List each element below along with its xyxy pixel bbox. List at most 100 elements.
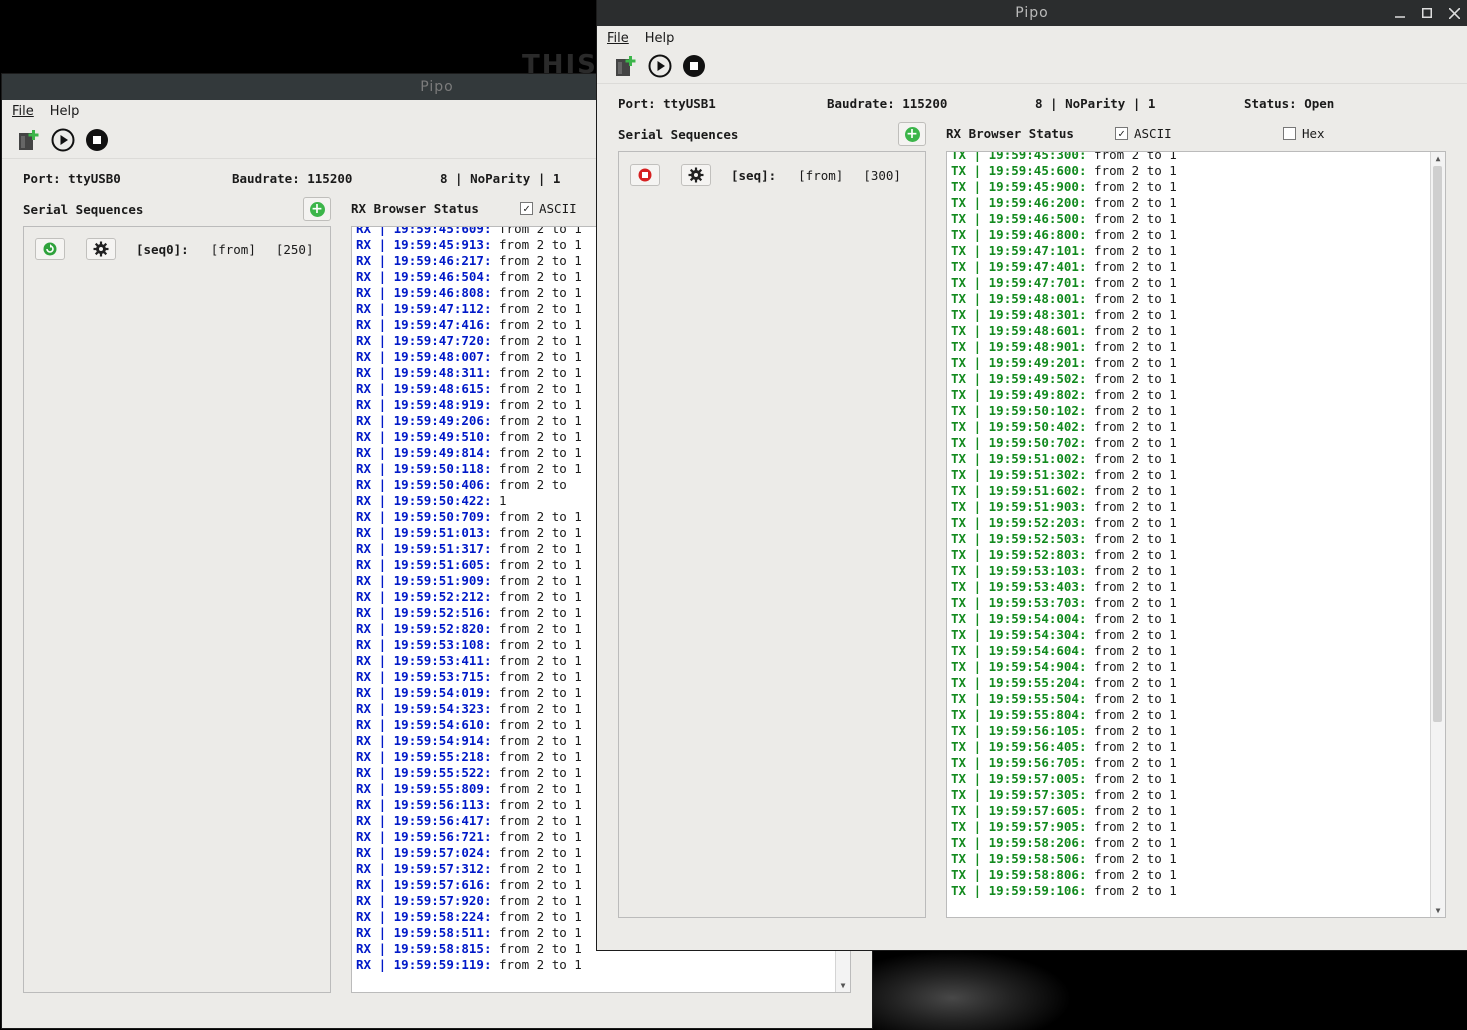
scroll-down-arrow[interactable]: ▼ <box>837 981 849 990</box>
log-direction: RX <box>356 253 372 268</box>
menu-file[interactable]: File <box>12 104 34 119</box>
log-direction: RX <box>356 589 372 604</box>
log-message: from 2 to 1 <box>1094 835 1177 850</box>
log-separator: | <box>371 397 394 412</box>
log-line: TX | 19:59:51:302: from 2 to 1 <box>951 467 1177 483</box>
sequence-running-button[interactable] <box>35 238 65 260</box>
log-message: from 2 to 1 <box>499 285 582 300</box>
log-separator: | <box>371 637 394 652</box>
menu-help[interactable]: Help <box>645 31 675 46</box>
log-direction: TX <box>951 179 967 194</box>
log-separator: | <box>966 355 989 370</box>
log-direction: RX <box>356 701 372 716</box>
log-direction: TX <box>951 643 967 658</box>
maximize-button[interactable] <box>1420 0 1434 26</box>
log-timestamp: 19:59:47:720: <box>393 333 492 348</box>
log-message: from 2 to 1 <box>1094 819 1177 834</box>
log-line: RX | 19:59:50:709: from 2 to 1 <box>356 509 582 525</box>
menubar: File Help <box>597 27 1467 49</box>
log-separator: | <box>966 611 989 626</box>
log-separator: | <box>371 541 394 556</box>
sequence-row: [seq]: [from] [300] <box>630 164 901 186</box>
log-direction: RX <box>356 909 372 924</box>
log-direction: RX <box>356 381 372 396</box>
log-line: RX | 19:59:49:814: from 2 to 1 <box>356 445 582 461</box>
log-message: from 2 to 1 <box>1094 403 1177 418</box>
add-sequence-button[interactable]: + <box>898 122 926 146</box>
tx-log[interactable]: TX | 19:59:45:300: from 2 to 1 TX | 19:59… <box>946 151 1446 918</box>
sequence-stop-button[interactable] <box>630 164 660 186</box>
new-port-button[interactable] <box>16 127 42 153</box>
log-timestamp: 19:59:46:808: <box>393 285 492 300</box>
log-direction: TX <box>951 355 967 370</box>
log-line: TX | 19:59:45:900: from 2 to 1 <box>951 179 1177 195</box>
play-button[interactable] <box>647 53 673 79</box>
ascii-check-box[interactable]: ✓ <box>520 202 533 215</box>
log-separator: | <box>371 237 394 252</box>
play-icon <box>648 54 672 78</box>
scrollbar-thumb[interactable] <box>1433 166 1442 722</box>
log-message: from 2 to 1 <box>1094 355 1177 370</box>
log-message: from 2 to 1 <box>499 461 582 476</box>
hex-check-box[interactable] <box>1283 127 1296 140</box>
log-line: TX | 19:59:48:001: from 2 to 1 <box>951 291 1177 307</box>
log-separator: | <box>966 323 989 338</box>
log-line: RX | 19:59:57:312: from 2 to 1 <box>356 861 582 877</box>
log-separator: | <box>371 589 394 604</box>
log-separator: | <box>966 403 989 418</box>
log-message: from 2 to 1 <box>1094 755 1177 770</box>
log-separator: | <box>966 739 989 754</box>
log-line: TX | 19:59:49:802: from 2 to 1 <box>951 387 1177 403</box>
log-line: TX | 19:59:53:103: from 2 to 1 <box>951 563 1177 579</box>
toolbar <box>597 49 1467 84</box>
scroll-down-arrow[interactable]: ▼ <box>1432 906 1444 915</box>
new-port-button[interactable] <box>613 53 639 79</box>
play-button[interactable] <box>50 127 76 153</box>
log-message: from 2 to 1 <box>499 717 582 732</box>
log-separator: | <box>966 755 989 770</box>
log-line: RX | 19:59:55:522: from 2 to 1 <box>356 765 582 781</box>
log-direction: TX <box>951 227 967 242</box>
log-message: from 2 to 1 <box>1094 563 1177 578</box>
log-timestamp: 19:59:58:815: <box>393 941 492 956</box>
log-line: TX | 19:59:46:500: from 2 to 1 <box>951 211 1177 227</box>
log-line: RX | 19:59:45:609: from 2 to 1 <box>356 227 582 237</box>
log-timestamp: 19:59:52:516: <box>393 605 492 620</box>
close-button[interactable] <box>1447 0 1461 26</box>
hex-checkbox[interactable]: Hex <box>1283 126 1325 141</box>
log-message: from 2 to 1 <box>499 573 582 588</box>
log-timestamp: 19:59:47:416: <box>393 317 492 332</box>
log-line: RX | 19:59:58:815: from 2 to 1 <box>356 941 582 957</box>
log-line: TX | 19:59:54:304: from 2 to 1 <box>951 627 1177 643</box>
menu-file[interactable]: File <box>607 31 629 46</box>
scroll-up-arrow[interactable]: ▲ <box>1432 154 1444 163</box>
menu-help[interactable]: Help <box>50 104 80 119</box>
log-direction: TX <box>951 755 967 770</box>
log-separator: | <box>371 653 394 668</box>
add-sequence-button[interactable]: + <box>303 197 331 221</box>
log-line: TX | 19:59:58:506: from 2 to 1 <box>951 851 1177 867</box>
log-separator: | <box>371 573 394 588</box>
log-timestamp: 19:59:54:904: <box>988 659 1087 674</box>
sequence-settings-button[interactable] <box>681 164 711 186</box>
log-message: from 2 to 1 <box>499 925 582 940</box>
minimize-button[interactable] <box>1393 0 1407 26</box>
stop-button[interactable] <box>84 127 110 153</box>
front-window-titlebar[interactable]: Pipo <box>597 0 1467 26</box>
log-direction: TX <box>951 291 967 306</box>
log-direction: TX <box>951 691 967 706</box>
ascii-check-box[interactable]: ✓ <box>1115 127 1128 140</box>
ascii-checkbox[interactable]: ✓ ASCII <box>520 201 577 216</box>
log-direction: TX <box>951 435 967 450</box>
sequence-settings-button[interactable] <box>86 238 116 260</box>
log-line: RX | 19:59:52:516: from 2 to 1 <box>356 605 582 621</box>
ascii-checkbox[interactable]: ✓ ASCII <box>1115 126 1172 141</box>
log-line: RX | 19:59:56:113: from 2 to 1 <box>356 797 582 813</box>
tx-log-scrollbar[interactable]: ▲ ▼ <box>1430 152 1445 917</box>
log-message: from 2 to 1 <box>1094 291 1177 306</box>
log-direction: RX <box>356 349 372 364</box>
log-separator: | <box>966 211 989 226</box>
log-separator: | <box>966 595 989 610</box>
log-timestamp: 19:59:49:802: <box>988 387 1087 402</box>
stop-button[interactable] <box>681 53 707 79</box>
